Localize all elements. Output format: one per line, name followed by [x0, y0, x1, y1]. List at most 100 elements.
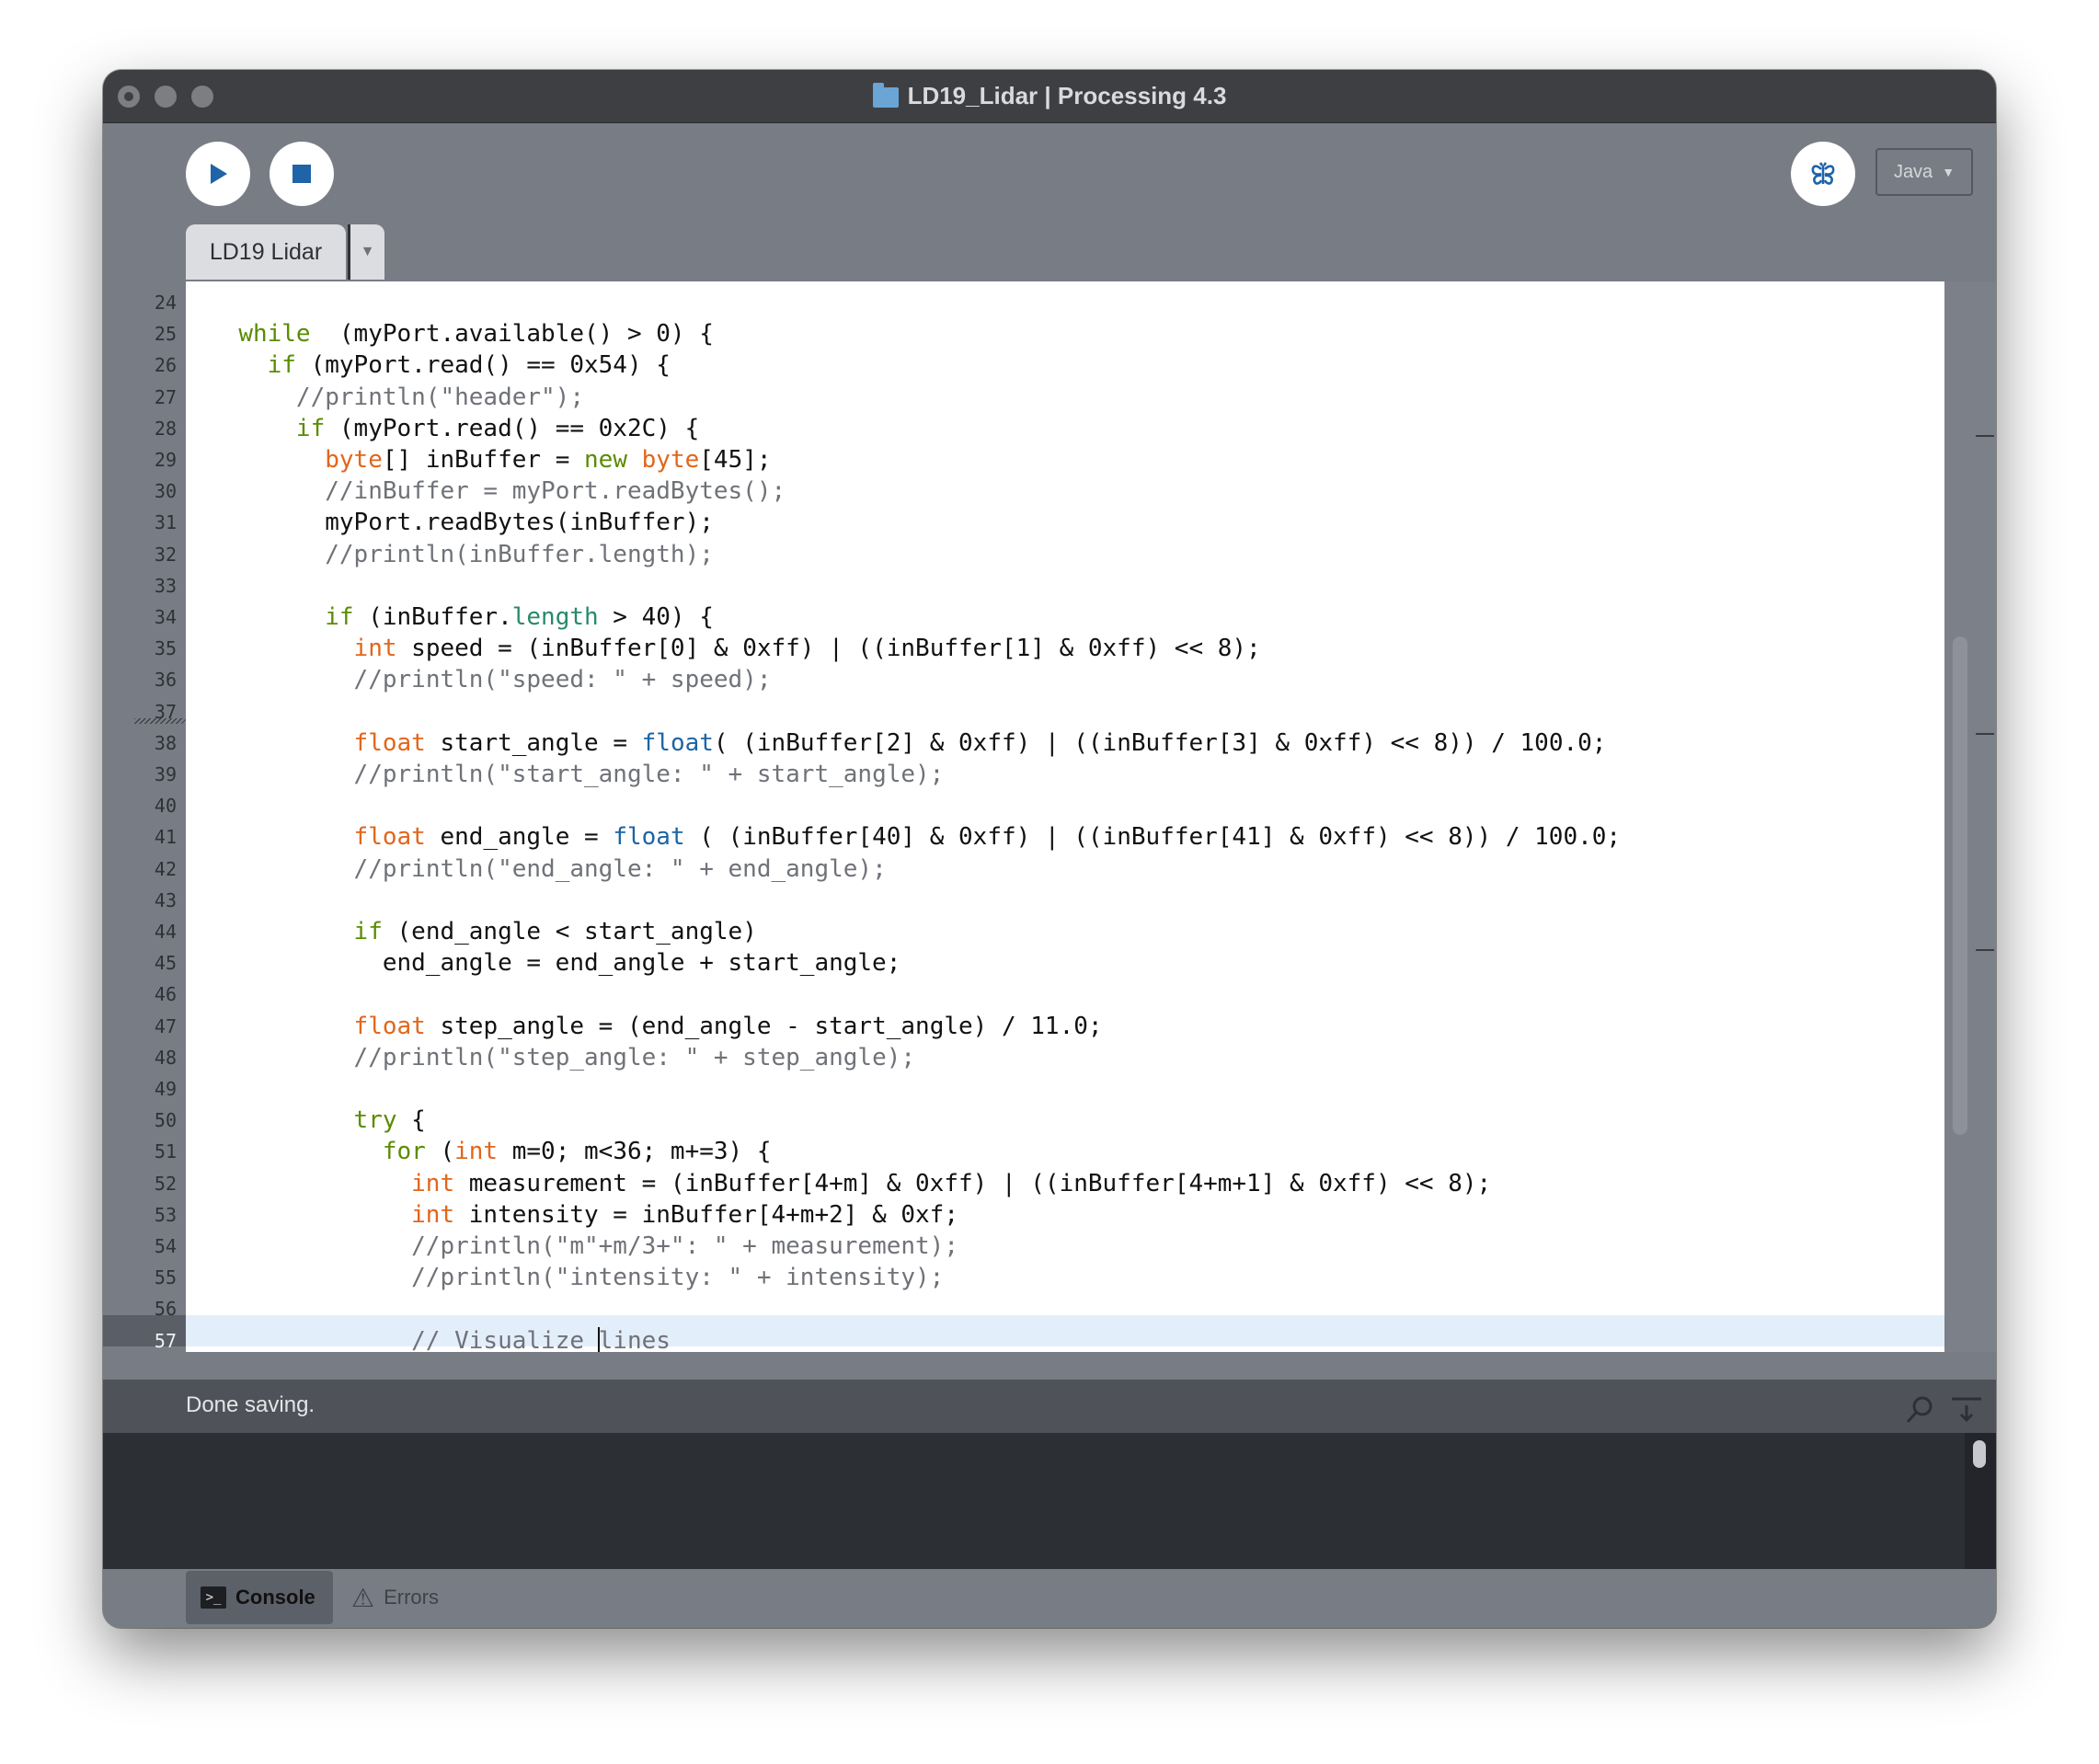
warning-icon: ⚠	[351, 1583, 375, 1612]
code-line[interactable]: end_angle = end_angle + start_angle;	[210, 947, 901, 979]
code-line[interactable]: int intensity = inBuffer[4+m+2] & 0xf;	[210, 1199, 958, 1231]
folder-icon	[872, 82, 899, 108]
code-line[interactable]: //println("header");	[210, 382, 584, 413]
code-comment: //inBuffer = myPort.readBytes();	[325, 477, 786, 506]
warning-underline	[134, 718, 186, 724]
tab-errors[interactable]: ⚠ Errors	[351, 1571, 439, 1624]
clear-console-button[interactable]	[1950, 1394, 1983, 1433]
line-number: 39	[154, 763, 177, 785]
line-number: 40	[154, 795, 177, 818]
line-number: 43	[154, 888, 177, 911]
code-text: speed = (inBuffer[0] & 0xff) | ((inBuffe…	[396, 635, 1261, 663]
tab-label: LD19 Lidar	[209, 238, 323, 265]
line-number: 48	[154, 1046, 177, 1069]
code-line[interactable]: //println("start_angle: " + start_angle)…	[210, 759, 945, 790]
error-marker[interactable]	[1976, 949, 1994, 951]
stop-icon	[292, 165, 311, 183]
code-keyword: float	[613, 823, 685, 852]
code-line[interactable]: //inBuffer = myPort.readBytes();	[210, 475, 786, 507]
code-keyword: int	[454, 1138, 499, 1166]
line-number-gutter: 24 25 26 27 28 29 30 31 32 33 34 35 36 37 38 39 40 41 42 43…	[103, 281, 186, 1352]
code-keyword: float	[353, 728, 426, 757]
find-in-console-button[interactable]	[1904, 1394, 1935, 1433]
line-number: 47	[154, 1014, 177, 1037]
title-bar: LD19_Lidar | Processing 4.3	[103, 70, 1996, 123]
line-number: 42	[154, 857, 177, 880]
code-line[interactable]: float start_angle = float( (inBuffer[2] …	[210, 727, 1607, 759]
editor-scrollbar-thumb[interactable]	[1953, 636, 1967, 1135]
code-line[interactable]: myPort.readBytes(inBuffer);	[210, 507, 714, 538]
chevron-down-icon: ▼	[1942, 165, 1956, 179]
code-comment: //println("start_angle: " + start_angle)…	[353, 761, 945, 788]
tab-ld19-lidar[interactable]: LD19 Lidar	[186, 224, 346, 280]
magnifier-icon	[1906, 1396, 1933, 1424]
tab-menu-button[interactable]: ▼	[348, 224, 384, 280]
line-number: 35	[154, 637, 177, 660]
window-title-text: LD19_Lidar | Processing 4.3	[907, 82, 1227, 109]
code-editor[interactable]: while (myPort.available() > 0) { if (myP…	[186, 281, 1944, 1352]
code-line[interactable]: if (inBuffer.length > 40) {	[210, 601, 714, 633]
code-text: (inBuffer.	[353, 603, 512, 631]
code-comment: //println("m"+m/3+": " + measurement);	[411, 1232, 958, 1260]
code-text: (myPort.read() == 0x2C) {	[325, 414, 700, 442]
line-number: 28	[154, 417, 177, 440]
line-number: 41	[154, 826, 177, 849]
tab-console[interactable]: >_ Console	[186, 1571, 333, 1624]
code-comment: //println(inBuffer.length);	[325, 540, 714, 568]
code-line[interactable]: try {	[210, 1105, 426, 1136]
line-number: 36	[154, 669, 177, 692]
line-number: 31	[154, 511, 177, 534]
butterfly-icon	[1811, 162, 1835, 185]
code-line[interactable]: //println("end_angle: " + end_angle);	[210, 853, 887, 885]
code-line[interactable]: if (end_angle < start_angle)	[210, 916, 757, 947]
error-marker[interactable]	[1976, 435, 1994, 437]
code-comment: //println("end_angle: " + end_angle);	[353, 854, 887, 883]
code-line[interactable]: //println(inBuffer.length);	[210, 539, 714, 570]
code-keyword: if	[325, 603, 354, 631]
code-line[interactable]: byte[] inBuffer = new byte[45];	[210, 444, 771, 475]
status-bar: Done saving.	[103, 1380, 1996, 1433]
code-keyword: int	[411, 1200, 455, 1229]
line-number: 46	[154, 983, 177, 1006]
code-line[interactable]: while (myPort.available() > 0) {	[210, 318, 714, 349]
code-line[interactable]: for (int m=0; m<36; m+=3) {	[210, 1136, 772, 1167]
debug-button[interactable]	[1791, 142, 1855, 206]
code-text: ( (inBuffer[40] & 0xff) | ((inBuffer[41]…	[684, 823, 1622, 852]
error-marker[interactable]	[1976, 733, 1994, 735]
code-line[interactable]: int speed = (inBuffer[0] & 0xff) | ((inB…	[210, 633, 1261, 664]
line-number: 56	[154, 1298, 177, 1321]
console-output[interactable]	[103, 1433, 1965, 1569]
code-line[interactable]: float step_angle = (end_angle - start_an…	[210, 1011, 1103, 1042]
code-line[interactable]: int measurement = (inBuffer[4+m] & 0xff)…	[210, 1168, 1491, 1199]
code-line[interactable]: //println("m"+m/3+": " + measurement);	[210, 1231, 958, 1262]
line-number: 27	[154, 385, 177, 408]
console-scrollbar-thumb[interactable]	[1973, 1440, 1986, 1468]
mode-selector[interactable]: Java ▼	[1875, 148, 1973, 196]
code-line[interactable]: //println("intensity: " + intensity);	[210, 1262, 944, 1293]
code-line[interactable]: if (myPort.read() == 0x54) {	[210, 349, 671, 381]
line-number: 51	[154, 1140, 177, 1163]
code-line[interactable]: //println("step_angle: " + step_angle);	[210, 1042, 915, 1073]
code-line[interactable]: //println("speed: " + speed);	[210, 664, 772, 695]
run-button[interactable]	[186, 142, 250, 206]
line-number: 25	[154, 323, 177, 346]
code-line[interactable]: float end_angle = float ( (inBuffer[40] …	[210, 821, 1622, 853]
line-number: 38	[154, 731, 177, 754]
code-line[interactable]: // Visualize lines	[210, 1325, 671, 1352]
stop-button[interactable]	[270, 142, 334, 206]
code-keyword: for	[382, 1138, 426, 1166]
code-line[interactable]: if (myPort.read() == 0x2C) {	[210, 413, 699, 444]
line-number: 55	[154, 1266, 177, 1289]
